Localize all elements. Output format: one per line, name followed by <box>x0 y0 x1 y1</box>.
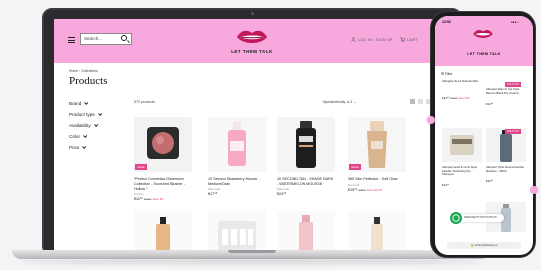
compare-price: €25⁰⁰ <box>358 188 366 192</box>
whatsapp-chat-chip[interactable]: NEED HELP? CHAT WITH US <box>458 214 504 222</box>
phone-product-title[interactable]: Afterpart Triple Derma Flexible Moisture… <box>486 165 526 173</box>
product-price: €11⁵⁰€16⁵⁰Save €5 <box>134 197 163 201</box>
sort-select[interactable]: Alphabetically, A-Z ⌄ <box>323 100 357 104</box>
breadcrumb-home[interactable]: Home <box>69 69 78 73</box>
phone-mockup: 12:52 ●●● ◗ LET THEM TALK ☰ Filter After… <box>430 11 536 258</box>
price-value: €11⁵⁰ <box>134 197 143 201</box>
price-value: €19⁹⁹ <box>348 188 358 192</box>
product-count: 572 products <box>134 100 155 104</box>
laptop-shadow <box>20 259 482 264</box>
list-view-icon[interactable] <box>418 99 423 104</box>
product-image-kit[interactable] <box>208 211 266 251</box>
phone-url-bar[interactable]: 🔒 letthemtalkbeauty.ie <box>447 242 521 249</box>
cart-icon[interactable] <box>400 37 405 42</box>
breadcrumb-current: Collections <box>81 69 98 73</box>
product-image-foundation[interactable] <box>134 211 192 251</box>
filter-color[interactable]: Color <box>69 134 86 139</box>
logo-text[interactable]: LET THEM TALK <box>204 49 300 54</box>
search-icon[interactable] <box>121 35 127 41</box>
product-image-serum[interactable] <box>348 211 406 251</box>
product-price: €17⁹⁹ <box>208 192 218 196</box>
product-vendor: Nip+Fab <box>348 183 360 187</box>
product-image-mousse[interactable] <box>277 117 335 172</box>
cart-link[interactable]: CART <box>407 38 418 42</box>
lips-logo-icon[interactable] <box>235 28 269 46</box>
phone-product-price: €14⁹⁹ <box>486 102 494 106</box>
carousel-prev-button[interactable] <box>427 116 435 124</box>
carousel-next-button[interactable] <box>530 186 538 194</box>
compare-price: €16⁵⁰ <box>143 197 152 201</box>
product-vendor: Perfect <box>134 192 144 196</box>
save-amount: Save €5.00 <box>366 188 382 192</box>
phone-status-icons: ●●● ◗ <box>511 20 520 24</box>
laptop-screen: Search... LET THEM TALK LOG IN / SIGN UP… <box>54 19 450 251</box>
filter-product-type[interactable]: Product type <box>69 112 101 117</box>
lips-logo-icon[interactable] <box>472 28 494 40</box>
sale-badge: SALE <box>349 164 361 170</box>
phone-product-title[interactable]: Afterpart Hotel & Curls Style Flexible T… <box>442 165 482 177</box>
filter-price[interactable]: Price <box>69 145 85 150</box>
product-price: €19⁹⁹€25⁰⁰Save €5.00 <box>348 188 382 192</box>
sale-badge: SALE <box>135 164 147 170</box>
phone-product-title[interactable]: Afterglow Set & Refresh Mist <box>442 79 482 84</box>
phone-product-title[interactable]: Afterpart Slam It! Lite Style Diamon Bla… <box>486 87 526 95</box>
phone-screen: 12:52 ●●● ◗ LET THEM TALK ☰ Filter After… <box>435 16 533 255</box>
promo-stage: Search... LET THEM TALK LOG IN / SIGN UP… <box>0 0 541 270</box>
compare-price: €16⁰⁰ <box>450 96 458 100</box>
product-title[interactable]: 10 Second Strawberry-Hoover - Medium/Dar… <box>208 177 266 187</box>
product-vendor: Maemaki <box>208 187 221 191</box>
breadcrumb: Home › Collections <box>69 69 98 73</box>
product-price: €24⁹⁹ <box>277 192 287 196</box>
filter-brand[interactable]: Brand <box>69 101 87 106</box>
page-title: Products <box>69 75 108 87</box>
save-amount: Save €4 <box>458 96 470 100</box>
laptop-camera <box>251 12 254 15</box>
phone-filter-label: Filter <box>444 72 453 76</box>
phone-filter-button[interactable]: ☰ Filter <box>441 72 453 76</box>
phone-product-price: €22⁰⁰ <box>486 179 494 183</box>
menu-icon[interactable] <box>68 37 75 43</box>
phone-logo-text[interactable]: LET THEM TALK <box>447 52 521 56</box>
save-amount: Save €5 <box>152 197 164 201</box>
phone-product-image-shampoo[interactable] <box>442 128 482 162</box>
whatsapp-icon[interactable] <box>450 212 462 224</box>
grid-view-icon[interactable] <box>410 99 415 104</box>
breadcrumb-separator: › <box>79 69 81 73</box>
product-title[interactable]: 365 Skin Perfector - Soft Glow <box>348 177 406 182</box>
site-header: Search... LET THEM TALK LOG IN / SIGN UP… <box>54 19 450 63</box>
product-title[interactable]: *Perfect Cosmetics Dimension Collection … <box>134 177 192 191</box>
product-image-tan-bottle[interactable] <box>208 117 266 172</box>
product-image-spray[interactable] <box>277 211 335 251</box>
phone-time: 12:52 <box>442 20 451 24</box>
laptop-notch <box>228 250 276 253</box>
phone-header: 12:52 ●●● ◗ LET THEM TALK <box>435 16 533 66</box>
account-link[interactable]: LOG IN / SIGN UP <box>358 38 393 42</box>
filter-availability[interactable]: Availability <box>69 123 97 128</box>
product-title[interactable]: 10 SECOND TAN - SHADE DARK - WATERMELON … <box>277 177 335 187</box>
phone-product-price: €14⁹⁹ <box>442 183 450 187</box>
phone-product-price: €12⁰⁰€16⁰⁰Save €4 <box>442 96 470 100</box>
price-value: €12⁰⁰ <box>442 96 450 100</box>
laptop-mockup: Search... LET THEM TALK LOG IN / SIGN UP… <box>42 8 462 256</box>
sort-value: Alphabetically, A-Z <box>323 100 353 104</box>
product-vendor: Maemaki <box>277 187 290 191</box>
sold-out-badge: SOLD OUT <box>505 129 522 134</box>
account-icon[interactable] <box>351 37 356 42</box>
